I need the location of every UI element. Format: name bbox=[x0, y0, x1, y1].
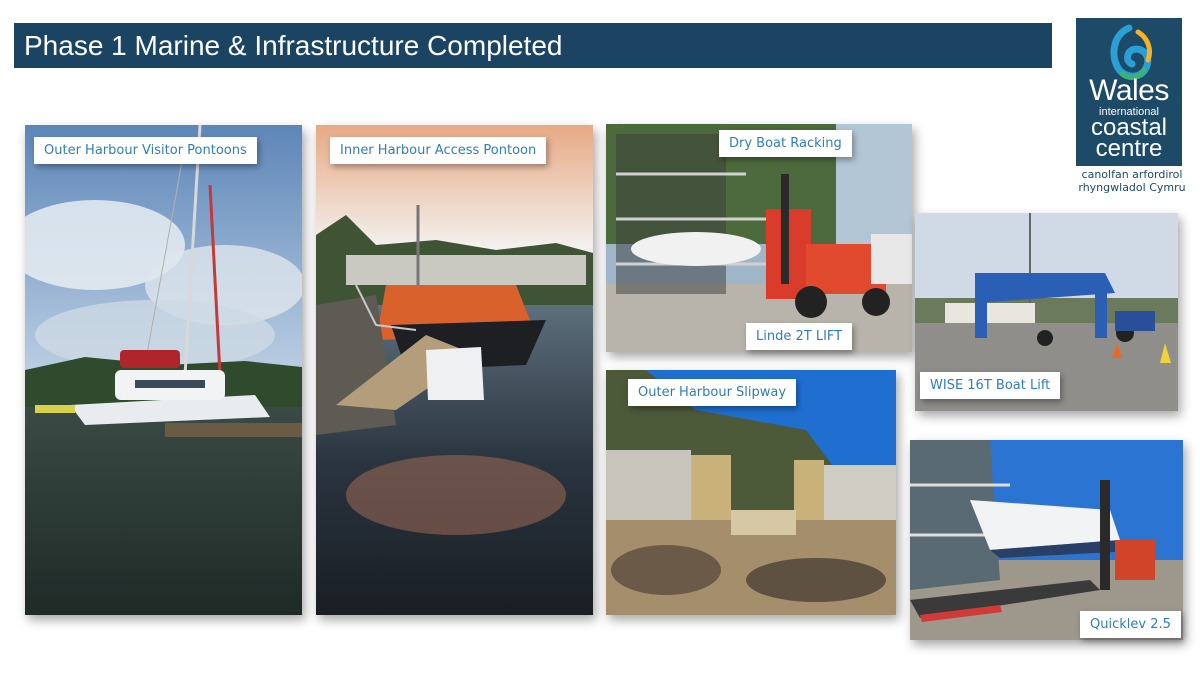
caption-quicklev: Quicklev 2.5 bbox=[1080, 611, 1181, 638]
tagline-line-1: canolfan arfordirol bbox=[1081, 168, 1183, 181]
caption-visitor-pontoons: Outer Harbour Visitor Pontoons bbox=[34, 137, 257, 164]
logo-welsh-tagline: canolfan arfordirol rhyngwladol Cymru bbox=[1068, 168, 1196, 194]
caption-inner-pontoon: Inner Harbour Access Pontoon bbox=[330, 137, 547, 164]
photo-inner-pontoon bbox=[316, 125, 593, 615]
slide-title-bar: Phase 1 Marine & Infrastructure Complete… bbox=[14, 23, 1052, 68]
slipway-scene-image bbox=[606, 370, 896, 615]
tagline-line-2: rhyngwladol Cymru bbox=[1078, 181, 1186, 194]
quicklev-scene-image bbox=[910, 440, 1183, 640]
photo-quicklev bbox=[910, 440, 1183, 640]
photo-slipway bbox=[606, 370, 896, 615]
logo-word-centre: centre bbox=[1095, 135, 1163, 162]
caption-dry-boat-racking: Dry Boat Racking bbox=[719, 130, 852, 157]
caption-boat-lift: WISE 16T Boat Lift bbox=[920, 372, 1061, 399]
catamaran-scene-image bbox=[25, 125, 302, 615]
slide-title: Phase 1 Marine & Infrastructure Complete… bbox=[24, 29, 563, 61]
caption-slipway: Outer Harbour Slipway bbox=[628, 379, 797, 406]
wales-coastal-centre-logo: Wales international coastal centre bbox=[1076, 18, 1182, 166]
photo-dry-boat-racking bbox=[606, 124, 912, 352]
forklift-scene-image bbox=[606, 124, 912, 352]
logo-word-wales: Wales bbox=[1089, 74, 1169, 107]
lifeboat-scene-image bbox=[316, 125, 593, 615]
photo-visitor-pontoons bbox=[25, 125, 302, 615]
caption-linde-lift: Linde 2T LIFT bbox=[746, 323, 853, 350]
